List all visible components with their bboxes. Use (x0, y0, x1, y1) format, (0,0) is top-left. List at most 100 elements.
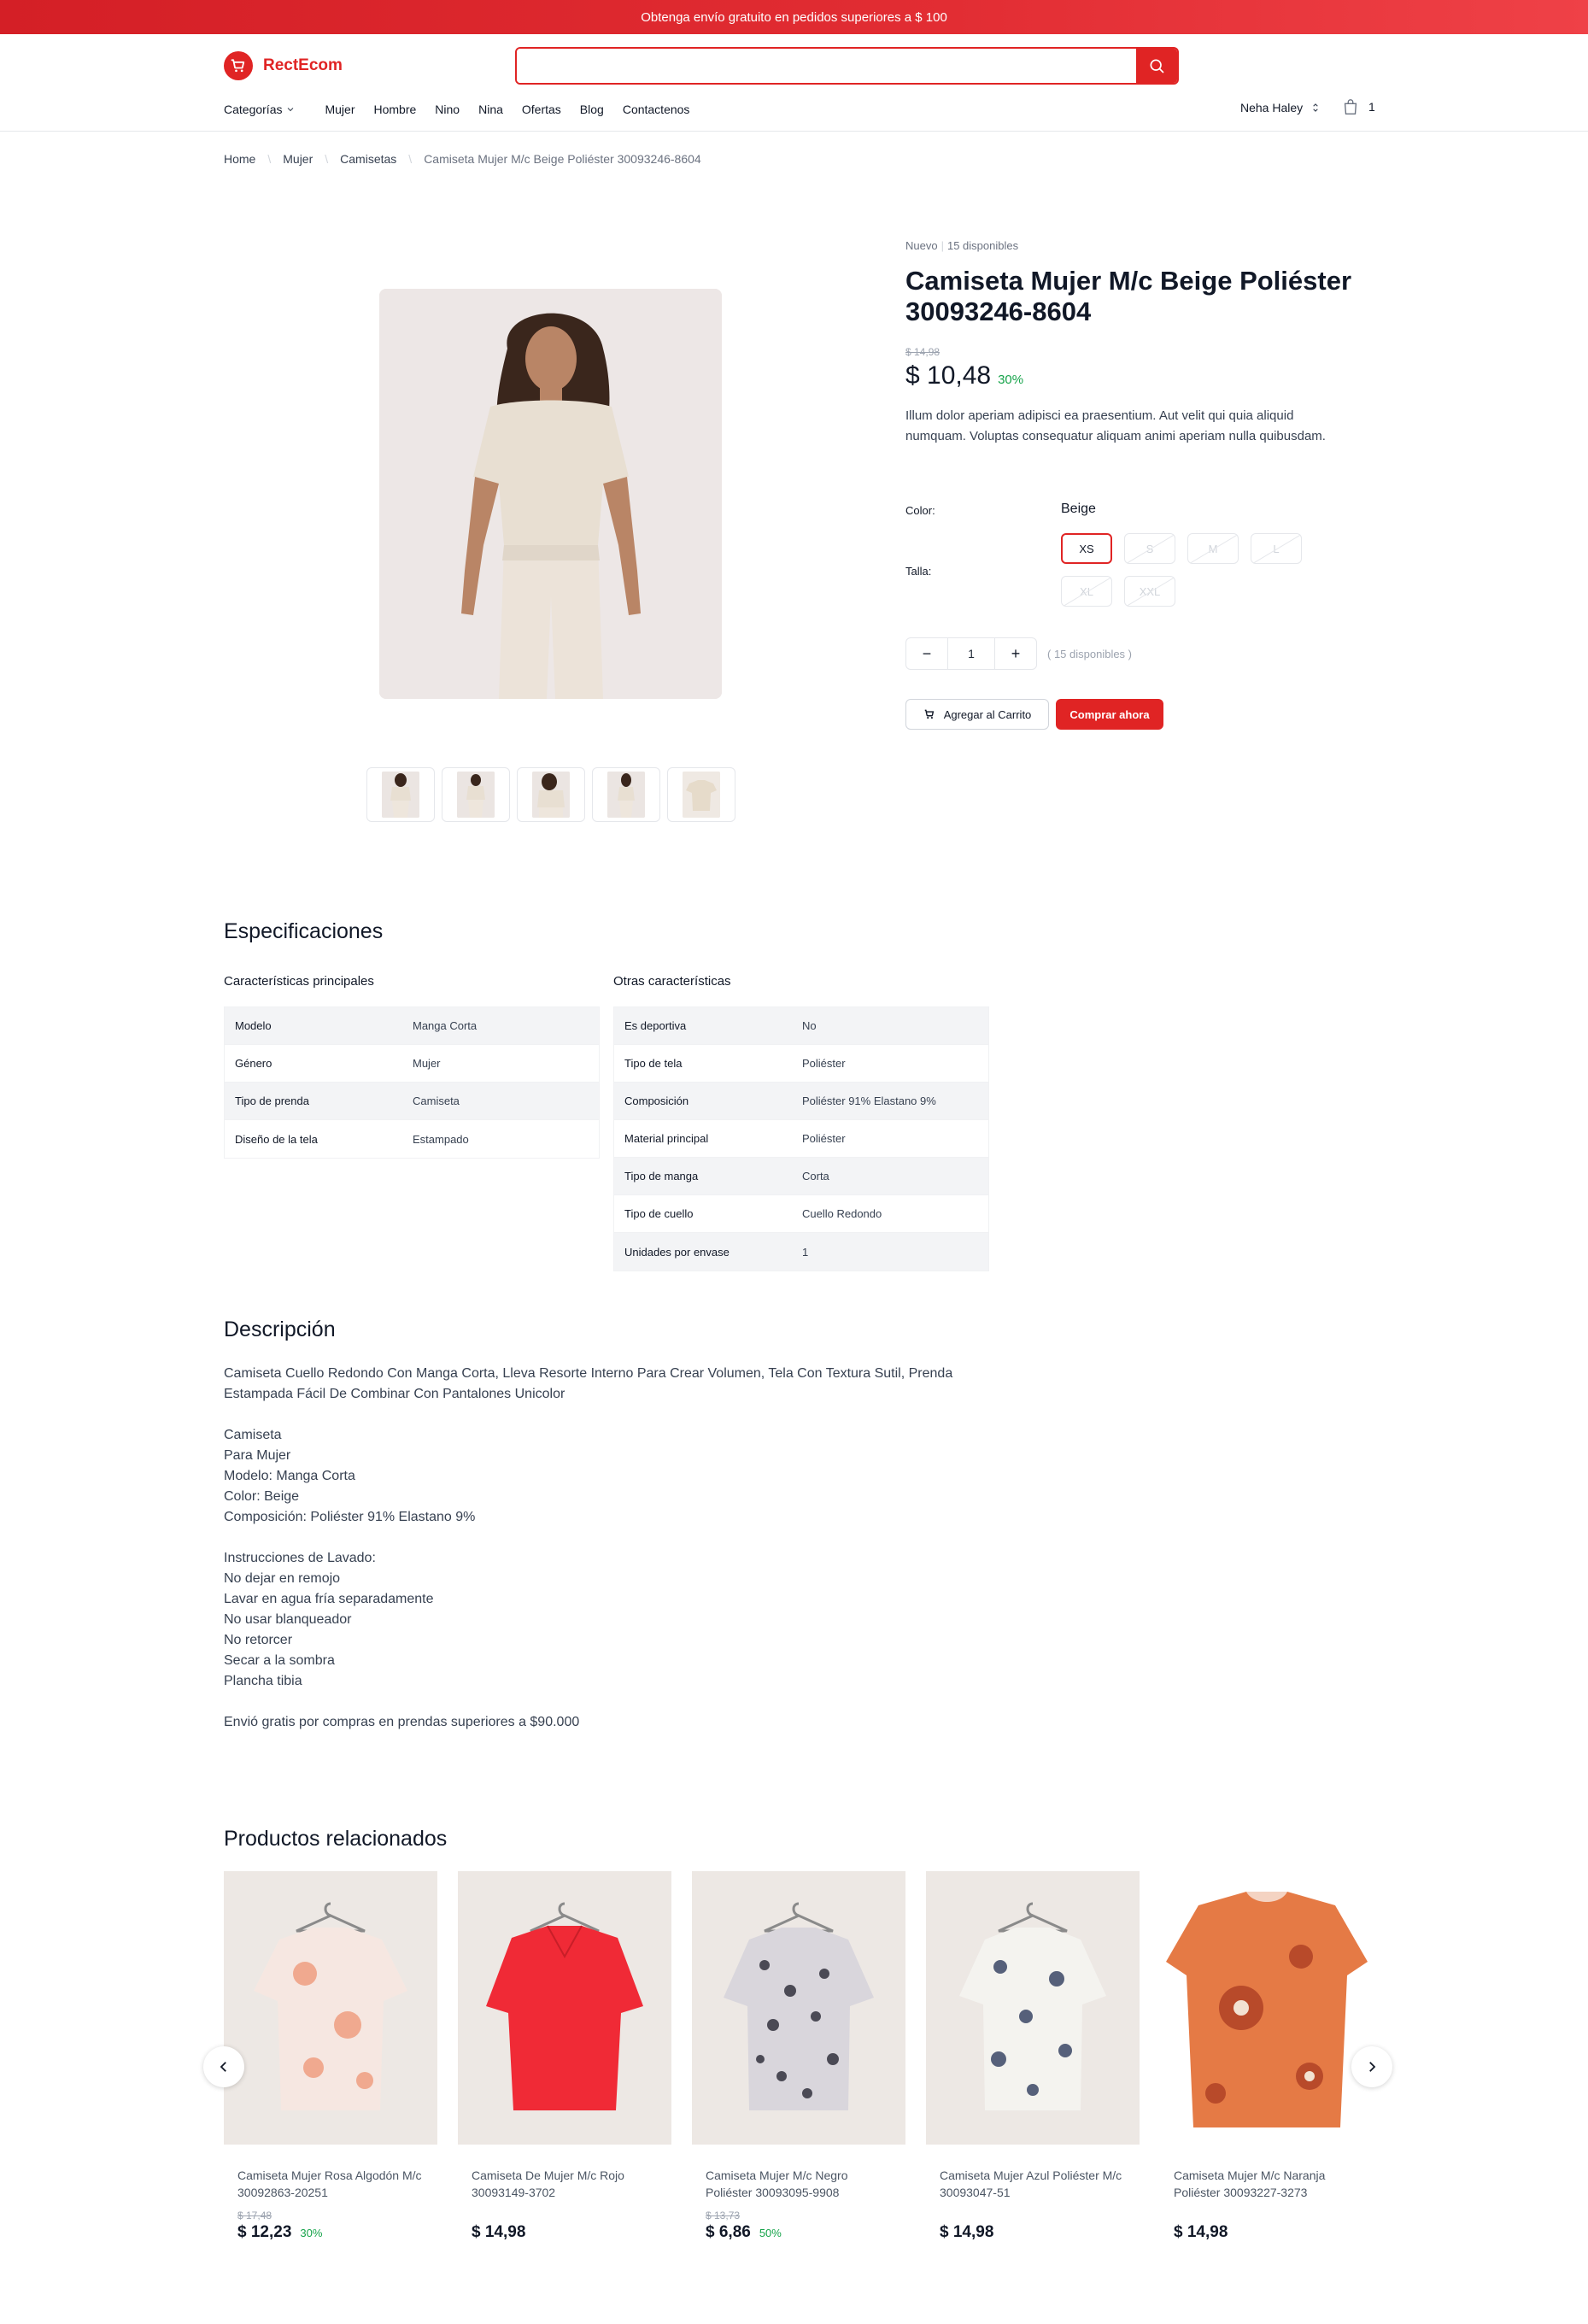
main-nav: Categorías Mujer Hombre Nino Nina Oferta… (224, 103, 708, 116)
nav-label: Blog (579, 103, 604, 116)
related-product-price-row: $ 14,98 (1160, 2223, 1374, 2242)
nav-label: Hombre (373, 103, 417, 116)
nav-item-nina[interactable]: Nina (478, 103, 503, 116)
product-discount: 30% (998, 373, 1024, 387)
size-option-xl[interactable]: XL (1061, 576, 1112, 607)
specs-main-table: Modelo Manga Corta Género Mujer Tipo de pr… (224, 1006, 600, 1159)
product-title: Camiseta Mujer M/c Beige Poliéster 30093… (905, 266, 1352, 326)
search-input[interactable] (517, 49, 1136, 83)
nav-label: Categorías (224, 103, 283, 116)
spec-row: Composición Poliéster 91% Elastano 9% (614, 1083, 988, 1120)
carousel-prev-button[interactable] (203, 2046, 244, 2087)
increase-quantity-button[interactable]: + (995, 638, 1036, 669)
spec-key: Composición (624, 1095, 689, 1107)
nav-item-categorias[interactable]: Categorías (224, 103, 296, 116)
thumbnail[interactable] (517, 767, 585, 822)
thumbnail-image (382, 772, 419, 818)
cart-button[interactable]: 1 (1341, 97, 1375, 116)
related-product-image (458, 1871, 671, 2145)
thumbnail-image (532, 772, 570, 818)
related-product-name: Camiseta De Mujer M/c Rojo 30093149-3702 (472, 2168, 624, 2199)
size-label: Talla: (905, 565, 932, 578)
size-option-xxl[interactable]: XXL (1124, 576, 1175, 607)
related-product-image (926, 1871, 1140, 2145)
add-to-cart-button[interactable]: Agregar al Carrito (905, 699, 1049, 730)
spec-key: Unidades por envase (624, 1245, 730, 1259)
related-product-price-row: $ 14,98 (458, 2223, 671, 2242)
cart-logo-icon (224, 51, 253, 80)
related-title: Productos relacionados (224, 1827, 448, 1851)
spec-key: Tipo de tela (624, 1057, 683, 1070)
cart-icon (924, 709, 934, 719)
nav-label: Ofertas (521, 103, 561, 116)
related-product-discount: 30% (300, 2227, 323, 2239)
color-label: Color: (905, 504, 935, 517)
nav-item-contactenos[interactable]: Contactenos (623, 103, 690, 116)
breadcrumb: Home \ Mujer \ Camisetas \ Camiseta Muje… (224, 152, 701, 166)
related-product-price-row: $ 12,23 30% (224, 2223, 437, 2242)
model-photo (379, 289, 722, 699)
related-product-card[interactable]: Camiseta De Mujer M/c Rojo 30093149-3702… (458, 1871, 671, 2242)
product-main-image[interactable] (379, 289, 722, 699)
related-product-discount: 50% (759, 2227, 782, 2239)
spec-key: Tipo de cuello (624, 1207, 694, 1220)
spec-row: Unidades por envase 1 (614, 1233, 988, 1271)
breadcrumb-camisetas[interactable]: Camisetas (340, 152, 396, 166)
decrease-quantity-button[interactable]: − (906, 638, 947, 669)
thumbnail[interactable] (442, 767, 510, 822)
quantity-value[interactable]: 1 (947, 638, 995, 669)
user-menu[interactable]: Neha Haley (1240, 101, 1321, 114)
thumbnail[interactable] (667, 767, 735, 822)
thumbnail-image (457, 772, 495, 818)
nav-item-nino[interactable]: Nino (435, 103, 460, 116)
add-to-cart-label: Agregar al Carrito (943, 707, 1032, 721)
related-product-name: Camiseta Mujer M/c Negro Poliéster 30093… (706, 2168, 848, 2199)
nav-item-blog[interactable]: Blog (580, 103, 604, 116)
nav-label: Contactenos (622, 103, 690, 116)
spec-key: Diseño de la tela (235, 1132, 318, 1146)
chevron-left-icon (220, 2062, 226, 2072)
breadcrumb-separator: \ (267, 152, 272, 166)
spec-row: Tipo de cuello Cuello Redondo (614, 1195, 988, 1233)
product-old-price: $ 14,98 (905, 346, 940, 358)
thumbnail[interactable] (592, 767, 660, 822)
related-product-price: $ 14,98 (940, 2223, 994, 2241)
breadcrumb-separator: \ (408, 152, 413, 166)
chevron-down-icon (288, 108, 294, 112)
breadcrumb-mujer[interactable]: Mujer (283, 152, 313, 166)
size-option-m[interactable]: M (1187, 533, 1239, 564)
related-product-name: Camiseta Mujer Azul Poliéster M/c 300930… (940, 2168, 1122, 2199)
related-product-card[interactable]: Camiseta Mujer M/c Naranja Poliéster 300… (1160, 1871, 1374, 2242)
spec-row: Modelo Manga Corta (225, 1007, 599, 1045)
brand-logo[interactable]: RectEcom (224, 51, 343, 80)
thumbnail[interactable] (366, 767, 435, 822)
related-product-image (692, 1871, 905, 2145)
nav-label: Nino (435, 103, 460, 116)
promo-text: Obtenga envío gratuito en pedidos superi… (641, 9, 947, 25)
brand-name: RectEcom (263, 56, 343, 74)
meta-divider: | (940, 239, 944, 252)
product-price-row: $ 10,48 30% (905, 361, 1367, 390)
related-product-old-price (1160, 2210, 1374, 2221)
related-product-price-row: $ 14,98 (926, 2223, 1140, 2242)
spec-value: 1 (802, 1245, 809, 1259)
related-product-price: $ 6,86 (706, 2223, 751, 2241)
buy-now-button[interactable]: Comprar ahora (1056, 699, 1163, 730)
related-product-card[interactable]: Camiseta Mujer M/c Negro Poliéster 30093… (692, 1871, 905, 2242)
breadcrumb-separator: \ (325, 152, 329, 166)
related-product-card[interactable]: Camiseta Mujer Azul Poliéster M/c 300930… (926, 1871, 1140, 2242)
breadcrumb-home[interactable]: Home (224, 152, 255, 166)
nav-item-hombre[interactable]: Hombre (374, 103, 417, 116)
nav-item-ofertas[interactable]: Ofertas (522, 103, 561, 116)
size-option-s[interactable]: S (1124, 533, 1175, 564)
size-option-xs[interactable]: XS (1061, 533, 1112, 564)
related-product-old-price: $ 13,73 (706, 2210, 741, 2221)
related-product-card[interactable]: Camiseta Mujer Rosa Algodón M/c 30092863… (224, 1871, 437, 2242)
nav-item-mujer[interactable]: Mujer (325, 103, 355, 116)
size-option-l[interactable]: L (1251, 533, 1302, 564)
user-name: Neha Haley (1240, 101, 1304, 114)
cart-count: 1 (1368, 100, 1375, 114)
search-button[interactable] (1136, 49, 1177, 83)
product-short-description: Illum dolor aperiam adipisci ea praesent… (905, 408, 1326, 443)
carousel-next-button[interactable] (1351, 2046, 1392, 2087)
